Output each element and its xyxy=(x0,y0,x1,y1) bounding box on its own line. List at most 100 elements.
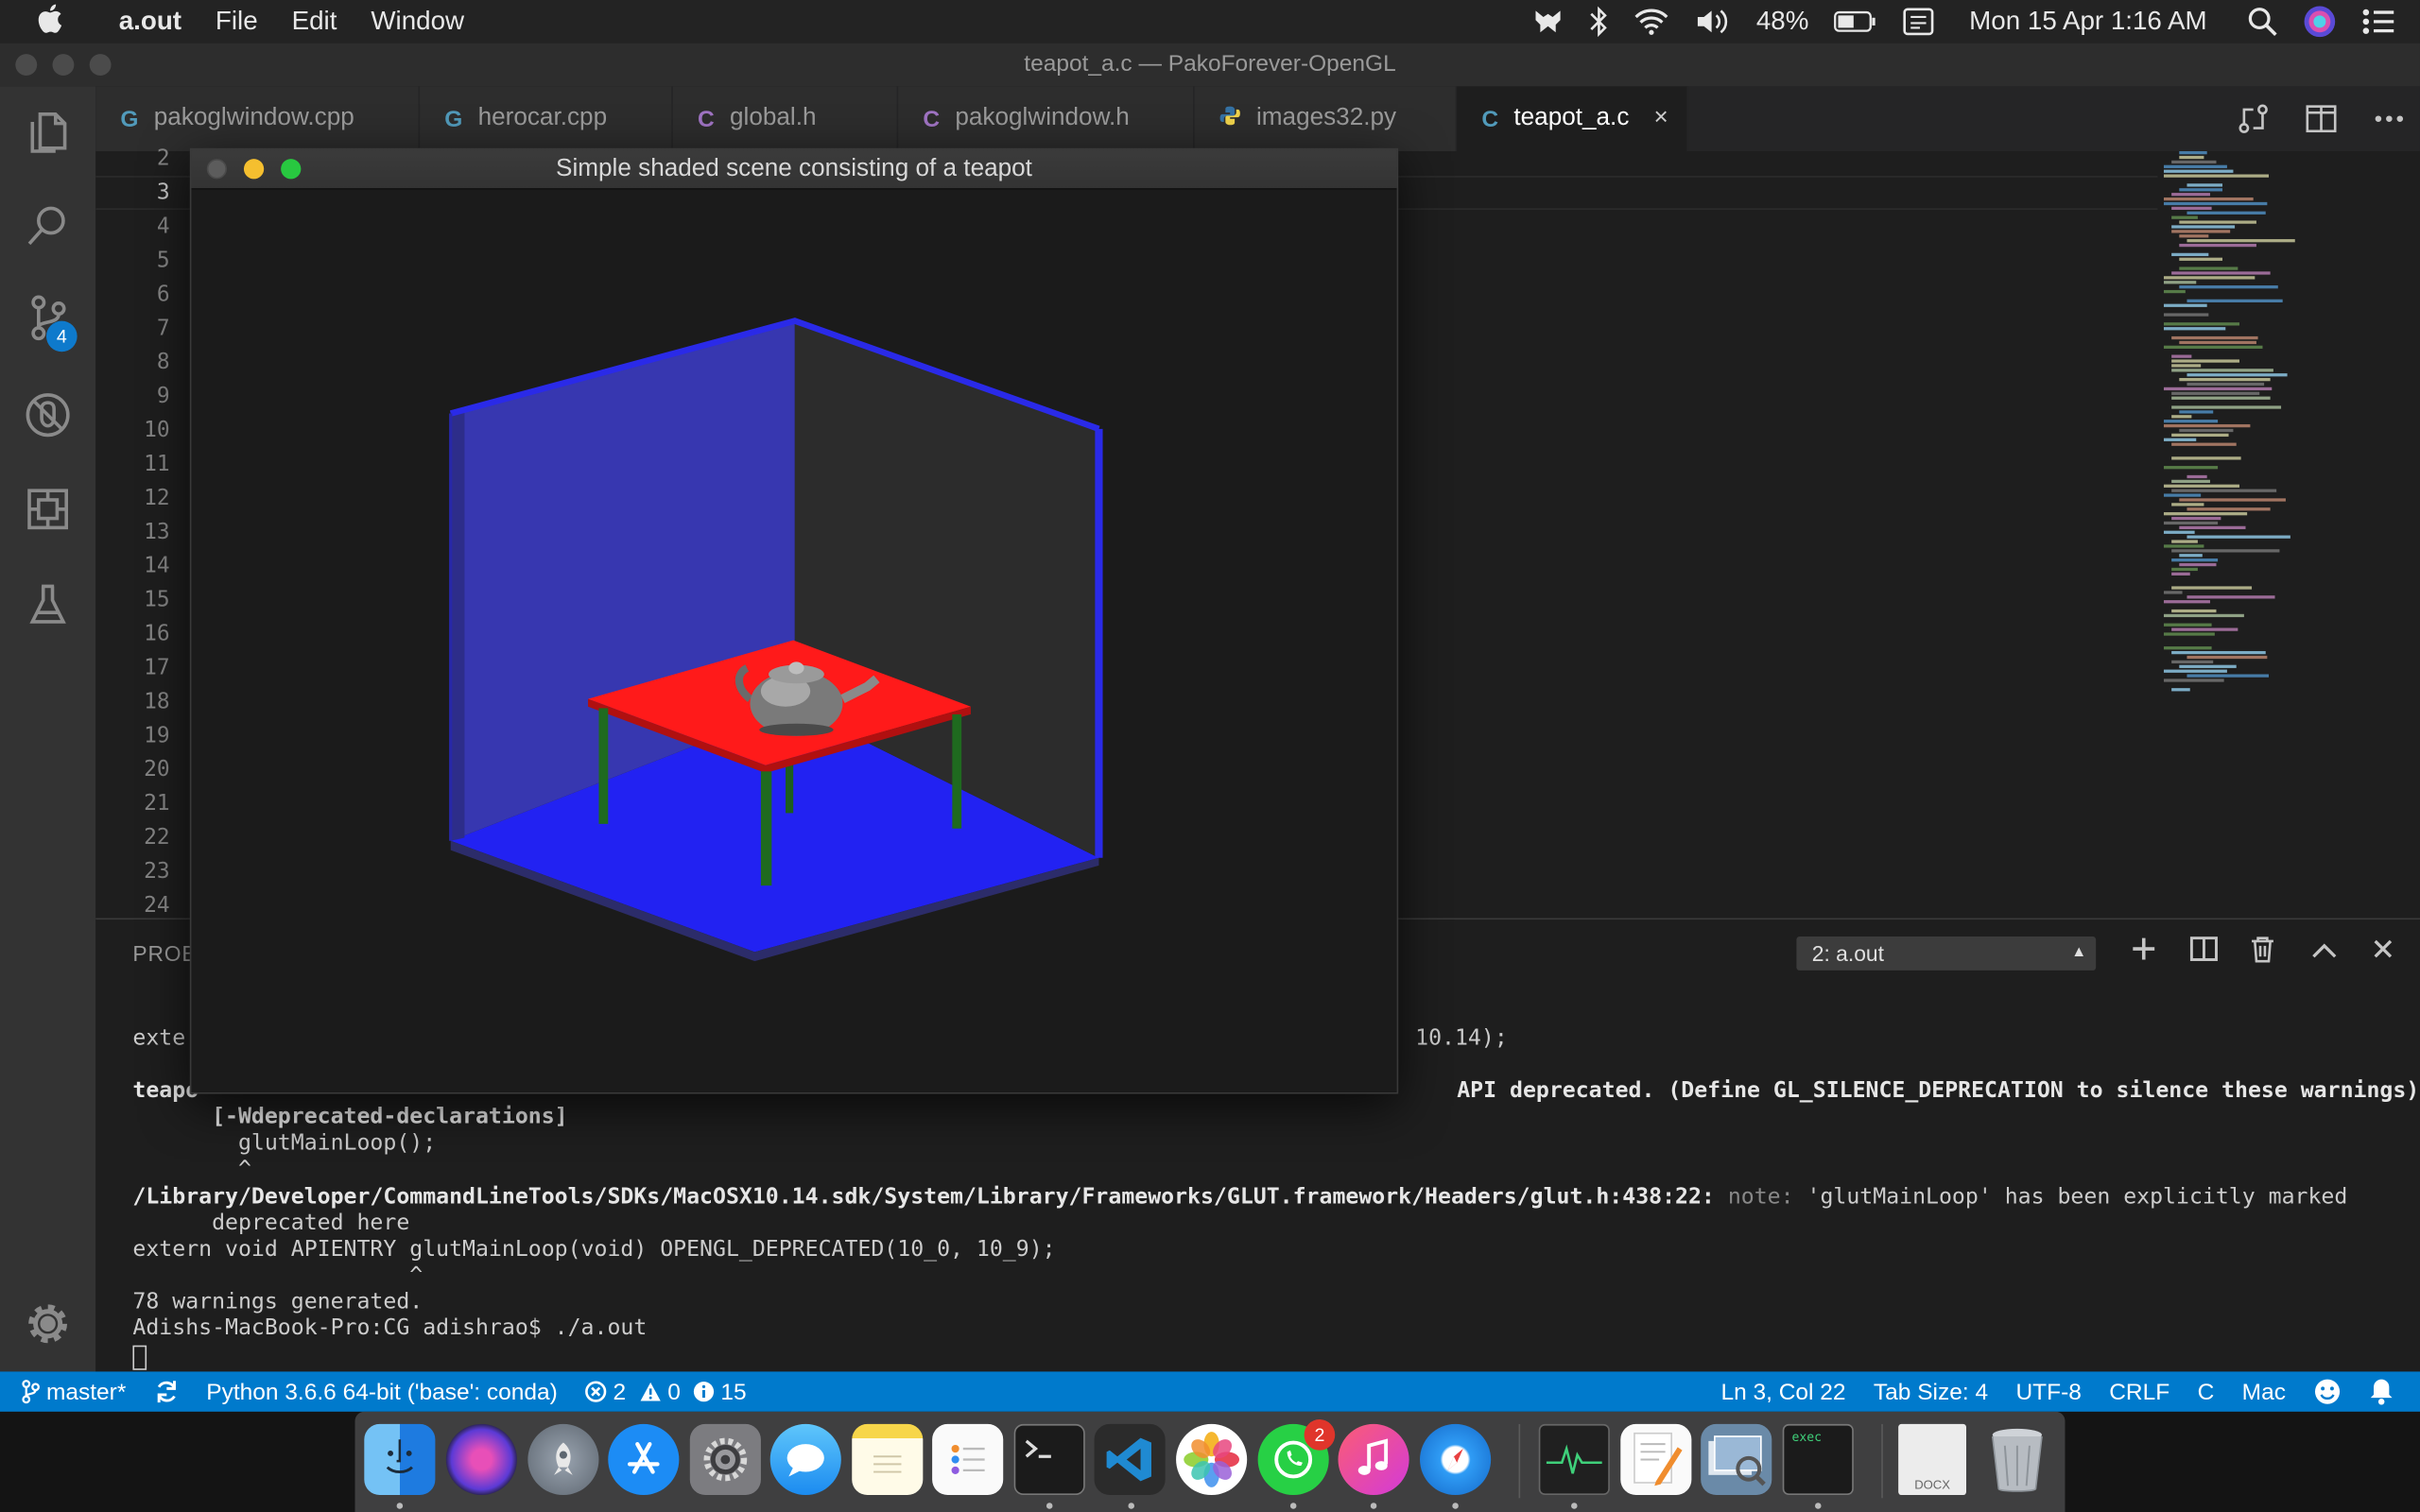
more-actions-icon[interactable] xyxy=(2374,114,2405,124)
language-mode[interactable]: C xyxy=(2184,1379,2228,1405)
menu-file[interactable]: File xyxy=(199,7,275,38)
minimap[interactable] xyxy=(2163,150,2398,692)
feedback-smiley-icon[interactable] xyxy=(2300,1378,2356,1405)
apple-menu-icon[interactable] xyxy=(0,2,102,41)
gl-window-titlebar[interactable]: Simple shaded scene consisting of a teap… xyxy=(191,149,1397,190)
dock-notes[interactable] xyxy=(852,1423,924,1496)
battery-icon[interactable] xyxy=(1834,10,1877,32)
new-terminal-icon[interactable] xyxy=(2130,935,2157,971)
tab-images32-py[interactable]: images32.py xyxy=(1194,86,1458,151)
error-icon xyxy=(585,1381,607,1402)
extensions-button[interactable] xyxy=(0,466,95,552)
dock-exec[interactable]: exec xyxy=(1782,1423,1854,1496)
tab-pakoglwindow-h[interactable]: C pakoglwindow.h xyxy=(898,86,1195,151)
minimap-line xyxy=(2171,405,2282,409)
dock-launchpad[interactable] xyxy=(527,1423,599,1496)
test-button[interactable] xyxy=(0,561,95,647)
dock-photos[interactable] xyxy=(1176,1423,1248,1496)
debug-button[interactable] xyxy=(0,371,95,457)
xbox-icon[interactable] xyxy=(1530,7,1564,38)
dock-activity-monitor[interactable] xyxy=(1538,1423,1610,1496)
dock-docx-file[interactable]: DOCX xyxy=(1898,1423,1966,1496)
dock-siri[interactable] xyxy=(445,1423,517,1496)
problems-summary[interactable]: 2 0 15 xyxy=(571,1379,760,1405)
minimap-line xyxy=(2171,549,2280,553)
menu-edit[interactable]: Edit xyxy=(275,7,354,38)
sync-button[interactable] xyxy=(140,1380,193,1404)
dock-safari[interactable] xyxy=(1420,1423,1492,1496)
open-changes-icon[interactable] xyxy=(2238,103,2269,134)
bluetooth-icon[interactable] xyxy=(1590,6,1609,38)
settings-button[interactable] xyxy=(0,1280,95,1366)
tab-size[interactable]: Tab Size: 4 xyxy=(1859,1379,2002,1405)
opengl-window[interactable]: Simple shaded scene consisting of a teap… xyxy=(189,147,1399,1094)
clock[interactable]: Mon 15 Apr 1:16 AM xyxy=(1969,7,2207,38)
notifications-bell-icon[interactable] xyxy=(2355,1378,2408,1405)
table-leg xyxy=(598,708,609,824)
dock-terminal[interactable] xyxy=(1013,1423,1085,1496)
spotlight-search-icon[interactable] xyxy=(2247,7,2278,38)
terminal-prompt[interactable]: Adishs-MacBook-Pro:CG adishrao$ ./a.out xyxy=(132,1316,647,1343)
menu-app-name[interactable]: a.out xyxy=(102,7,199,38)
input-source-icon[interactable] xyxy=(1901,7,1935,38)
minimap-line xyxy=(2171,396,2271,400)
menu-window[interactable]: Window xyxy=(354,7,481,38)
maximize-panel-icon[interactable] xyxy=(2310,935,2338,969)
tab-label: global.h xyxy=(729,105,817,131)
python-interpreter[interactable]: Python 3.6.6 64-bit ('base': conda) xyxy=(193,1379,572,1405)
minimap-line xyxy=(2179,498,2286,502)
end-of-line[interactable]: CRLF xyxy=(2096,1379,2184,1405)
split-editor-icon[interactable] xyxy=(2306,105,2337,133)
kill-terminal-icon[interactable] xyxy=(2250,935,2274,971)
tab-label: pakoglwindow.h xyxy=(955,105,1130,131)
c-file-icon: C xyxy=(1481,105,1499,132)
panel-tab-problems[interactable]: PROB xyxy=(132,941,197,966)
git-branch-item[interactable]: master* xyxy=(0,1379,140,1405)
dock-finder[interactable] xyxy=(364,1423,436,1496)
terminal-line: teapo xyxy=(132,1078,199,1105)
split-terminal-icon[interactable] xyxy=(2189,935,2218,971)
dock-reminders[interactable] xyxy=(932,1423,1004,1496)
minimap-line xyxy=(2179,410,2214,414)
gl-minimize-button[interactable] xyxy=(243,159,265,180)
dock-vscode[interactable] xyxy=(1094,1423,1166,1496)
volume-icon[interactable] xyxy=(1695,8,1732,35)
gl-canvas[interactable] xyxy=(191,189,1397,1092)
close-tab-icon[interactable]: × xyxy=(1654,105,1668,132)
platform-config[interactable]: Mac xyxy=(2228,1379,2300,1405)
minimap-line xyxy=(2163,679,2224,682)
warning-count: 0 xyxy=(667,1378,681,1405)
tab-teapot-a-c[interactable]: C teapot_a.c × xyxy=(1457,86,1689,151)
dock-app-store[interactable] xyxy=(608,1423,680,1496)
close-window-button[interactable] xyxy=(15,54,38,76)
terminal-select[interactable]: 2: a.out ▲ xyxy=(1796,936,2097,971)
minimize-window-button[interactable] xyxy=(52,54,75,76)
siri-icon[interactable] xyxy=(2303,5,2337,39)
line-number: 17 xyxy=(144,655,170,680)
dock-system-preferences[interactable] xyxy=(689,1423,761,1496)
encoding[interactable]: UTF-8 xyxy=(2002,1379,2096,1405)
source-control-button[interactable]: 4 xyxy=(0,275,95,361)
cursor-position[interactable]: Ln 3, Col 22 xyxy=(1707,1379,1859,1405)
wifi-icon[interactable] xyxy=(1633,8,1669,35)
dock-itunes[interactable] xyxy=(1338,1423,1409,1496)
dock-messages[interactable] xyxy=(769,1423,841,1496)
explorer-button[interactable] xyxy=(0,90,95,176)
tab-global-h[interactable]: C global.h xyxy=(672,86,899,151)
dock-pages[interactable] xyxy=(1620,1423,1692,1496)
dock-trash[interactable] xyxy=(1981,1424,2052,1495)
gl-close-button[interactable] xyxy=(206,159,227,180)
dock-preview[interactable] xyxy=(1701,1423,1772,1496)
minimap-line xyxy=(2171,567,2198,572)
search-button[interactable] xyxy=(0,182,95,268)
minimap-line xyxy=(2163,322,2239,326)
tab-herocar-cpp[interactable]: G herocar.cpp xyxy=(420,86,673,151)
notification-center-icon[interactable] xyxy=(2361,8,2395,35)
battery-percent[interactable]: 48% xyxy=(1756,7,1809,38)
minimap-line xyxy=(2179,285,2278,289)
zoom-window-button[interactable] xyxy=(89,54,112,76)
compass-icon xyxy=(1447,1449,1463,1470)
gl-zoom-button[interactable] xyxy=(281,159,302,180)
minimap-line xyxy=(2163,174,2269,178)
close-panel-icon[interactable] xyxy=(2372,935,2394,969)
